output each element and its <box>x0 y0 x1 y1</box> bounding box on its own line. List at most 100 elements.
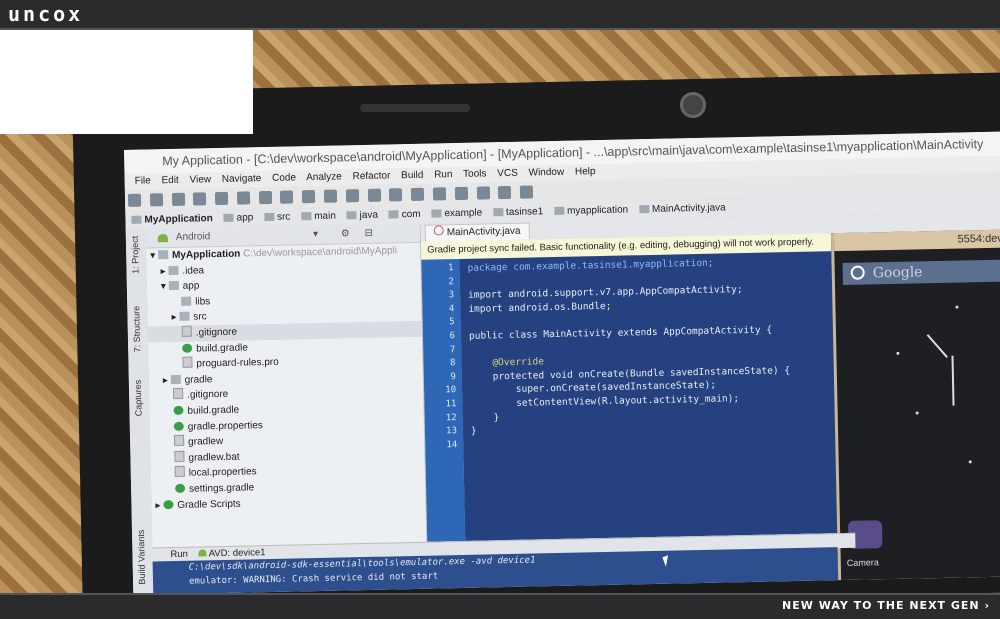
crumb-example[interactable]: example <box>431 208 482 220</box>
code-line: import android.support.v7.app.AppCompatA… <box>468 284 743 302</box>
menu-refactor[interactable]: Refactor <box>352 170 390 182</box>
tab-mainactivity[interactable]: MainActivity.java <box>424 222 530 242</box>
build-variants-tool-tab[interactable]: Build Variants <box>136 530 147 585</box>
code-line: } <box>470 411 500 424</box>
java-file-icon <box>638 205 650 214</box>
folder-icon <box>346 211 357 220</box>
google-search-bar[interactable]: Google <box>842 259 1000 285</box>
menu-window[interactable]: Window <box>528 167 564 179</box>
android-icon <box>198 549 207 557</box>
wallpaper-line <box>926 334 948 358</box>
line-number: 13 <box>446 426 458 437</box>
back-icon[interactable] <box>345 189 359 203</box>
copy-icon[interactable] <box>258 190 272 205</box>
speaker-grille <box>360 104 470 112</box>
menu-view[interactable]: View <box>189 174 211 185</box>
forward-icon[interactable] <box>367 188 381 202</box>
debug-icon[interactable] <box>432 187 447 201</box>
console-line: emulator: WARNING: Crash service did not… <box>188 571 439 587</box>
save-icon[interactable] <box>149 193 163 207</box>
line-number: 11 <box>445 399 457 410</box>
wallpaper-star <box>955 305 959 309</box>
redo-icon[interactable] <box>215 191 229 206</box>
wallpaper-star <box>968 460 972 464</box>
settings-icon[interactable]: ⚙ <box>341 228 350 239</box>
folder-icon <box>553 206 565 216</box>
menu-build[interactable]: Build <box>401 170 423 181</box>
menu-help[interactable]: Help <box>575 166 596 177</box>
avd-manager-icon[interactable] <box>498 185 512 200</box>
menu-run[interactable]: Run <box>434 169 453 180</box>
menu-navigate[interactable]: Navigate <box>222 173 262 185</box>
ide-window: My Application - [C:\dev\workspace\andro… <box>124 131 1000 595</box>
android-icon[interactable] <box>519 185 534 199</box>
run-icon[interactable] <box>411 187 425 201</box>
open-icon[interactable] <box>127 193 142 207</box>
webcam <box>680 92 706 118</box>
line-number: 3 <box>448 290 455 301</box>
menu-file[interactable]: File <box>135 175 151 186</box>
sync-icon[interactable] <box>171 192 185 207</box>
text-file-icon <box>174 450 185 462</box>
crumb-project[interactable]: MyApplication <box>131 213 213 226</box>
find-icon[interactable] <box>302 190 316 204</box>
menu-edit[interactable]: Edit <box>161 175 178 186</box>
make-icon[interactable] <box>389 188 403 202</box>
folder-icon <box>431 209 442 218</box>
cut-icon[interactable] <box>236 191 251 205</box>
line-number: 12 <box>445 412 457 423</box>
wallpaper-star <box>915 411 919 415</box>
captures-tool-tab[interactable]: Captures <box>133 380 144 417</box>
gradle-icon <box>173 405 184 415</box>
project-tree: ▾ MyApplication C:\dev\workspace\android… <box>146 243 425 514</box>
tagline: NEW WAY TO THE NEXT GEN › <box>782 599 990 612</box>
code-line: } <box>470 425 477 437</box>
menu-tools[interactable]: Tools <box>463 168 487 179</box>
code-line: setContentView(R.layout.activity_main); <box>470 393 740 410</box>
run-target-tab[interactable]: AVD: device1 <box>209 547 266 559</box>
folder-icon <box>168 265 179 275</box>
crumb-java[interactable]: java <box>346 210 378 222</box>
line-number: 10 <box>445 385 457 396</box>
run-tab[interactable]: Run <box>170 549 188 560</box>
replace-icon[interactable] <box>323 189 338 203</box>
wallpaper-star <box>896 351 900 355</box>
undo-icon[interactable] <box>193 192 207 206</box>
crumb-com[interactable]: com <box>388 209 421 221</box>
line-number-gutter: 1 2 3 4 5 6 7 8 9 10 11 12 13 14 <box>421 259 466 542</box>
structure-tool-tab[interactable]: 7: Structure <box>131 306 142 353</box>
menu-vcs[interactable]: VCS <box>497 168 518 179</box>
android-icon <box>157 234 168 243</box>
line-number: 14 <box>446 439 458 451</box>
folder-icon <box>492 208 504 217</box>
code-line: import android.os.Bundle; <box>468 300 612 315</box>
redaction-box <box>0 30 253 134</box>
crumb-app[interactable]: app <box>223 212 253 224</box>
wallpaper-line <box>951 355 955 406</box>
line-number: 4 <box>448 303 455 315</box>
folder-icon <box>157 250 169 260</box>
gradle-icon <box>182 343 193 353</box>
crumb-tasinse1[interactable]: tasinse1 <box>492 206 543 218</box>
text-file-icon <box>174 466 185 478</box>
folder-icon <box>263 212 275 222</box>
crumb-myapplication[interactable]: myapplication <box>553 204 628 217</box>
sdk-manager-icon[interactable] <box>476 186 490 200</box>
folder-icon <box>301 212 312 221</box>
crumb-main[interactable]: main <box>301 211 336 223</box>
code-line: package com.example.tasinse1.myapplicati… <box>467 257 714 274</box>
line-number: 2 <box>448 276 454 287</box>
menu-analyze[interactable]: Analyze <box>306 171 342 183</box>
crumb-mainactivity[interactable]: MainActivity.java <box>638 202 726 215</box>
crumb-src[interactable]: src <box>263 212 290 224</box>
folder-icon <box>179 312 190 322</box>
text-file-icon <box>173 388 184 400</box>
site-header-bar: uncox <box>0 0 1000 30</box>
menu-code[interactable]: Code <box>272 172 296 183</box>
line-number: 7 <box>449 344 456 355</box>
paste-icon[interactable] <box>280 190 294 204</box>
line-number: 1 <box>448 263 454 274</box>
stop-icon[interactable] <box>454 186 468 201</box>
project-tool-tab[interactable]: 1: Project <box>130 236 141 274</box>
collapse-icon[interactable]: ⊟ <box>364 228 373 239</box>
